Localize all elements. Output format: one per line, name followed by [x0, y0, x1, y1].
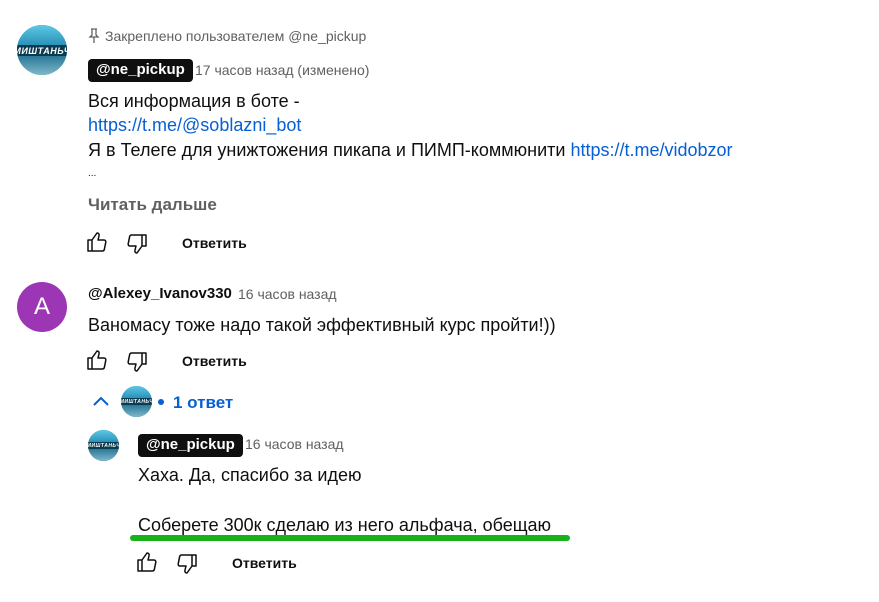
- like-icon[interactable]: [85, 348, 109, 372]
- pinned-line-3: Я в Телеге для унижтожения пикапа и ПИМП…: [88, 138, 733, 163]
- reply-author-avatar[interactable]: МИШТАНЬЧ: [88, 430, 119, 461]
- avatar-sky: [88, 430, 119, 443]
- reply-line-1: Хаха. Да, спасибо за идею: [138, 465, 362, 485]
- avatar-logo-text: МИШТАНЬЧ: [17, 45, 67, 56]
- dislike-icon[interactable]: [125, 350, 149, 374]
- pinned-line-1: Вся информация в боте -: [88, 91, 300, 111]
- highlight-underline: [130, 535, 570, 541]
- comment-text: Ваномасу тоже надо такой эффективный кур…: [88, 315, 556, 335]
- dot-icon: [158, 399, 164, 405]
- reply-author-mini-avatar: МИШТАНЬЧ: [121, 386, 152, 417]
- reply-timestamp[interactable]: 16 часов назад: [245, 436, 344, 452]
- like-icon[interactable]: [135, 550, 159, 574]
- replies-count-label: 1 ответ: [173, 393, 234, 412]
- pinned-ellipsis: ...: [88, 168, 97, 179]
- avatar-sky: [121, 386, 152, 399]
- pinned-timestamp[interactable]: 17 часов назад (изменено): [195, 62, 369, 78]
- reply-button[interactable]: Ответить: [232, 555, 297, 571]
- pinned-label: Закреплено пользователем @ne_pickup: [105, 28, 367, 44]
- dislike-icon[interactable]: [125, 232, 149, 256]
- avatar-sky: [17, 25, 67, 45]
- avatar-ground: [121, 405, 152, 417]
- commenter-avatar[interactable]: A: [17, 282, 67, 332]
- avatar-logo-text: МИШТАНЬЧ: [121, 398, 152, 406]
- avatar-logo-text: МИШТАНЬЧ: [88, 442, 119, 450]
- avatar-ground: [17, 56, 67, 75]
- pinned-telegram-link[interactable]: https://t.me/vidobzor: [570, 140, 732, 160]
- read-more-button[interactable]: Читать дальше: [88, 195, 217, 215]
- avatar-letter: A: [33, 293, 50, 320]
- comment-author[interactable]: @Alexey_Ivanov330: [88, 285, 232, 302]
- avatar-ground: [88, 449, 119, 461]
- pinned-bot-link[interactable]: https://t.me/@soblazni_bot: [88, 113, 301, 138]
- pin-icon: [88, 28, 100, 44]
- pinned-line-3-text: Я в Телеге для унижтожения пикапа и ПИМП…: [88, 140, 566, 160]
- reply-button[interactable]: Ответить: [182, 353, 247, 369]
- reply-button[interactable]: Ответить: [182, 235, 247, 251]
- like-icon[interactable]: [85, 230, 109, 254]
- replies-toggle[interactable]: МИШТАНЬЧ 1 ответ: [90, 386, 250, 418]
- pinned-author-avatar[interactable]: МИШТАНЬЧ: [17, 25, 67, 75]
- reply-author-badge[interactable]: @ne_pickup: [138, 434, 243, 457]
- dislike-icon[interactable]: [175, 552, 199, 576]
- pinned-author-badge[interactable]: @ne_pickup: [88, 59, 193, 82]
- comment-timestamp[interactable]: 16 часов назад: [238, 286, 337, 302]
- chevron-up-icon: [92, 395, 110, 407]
